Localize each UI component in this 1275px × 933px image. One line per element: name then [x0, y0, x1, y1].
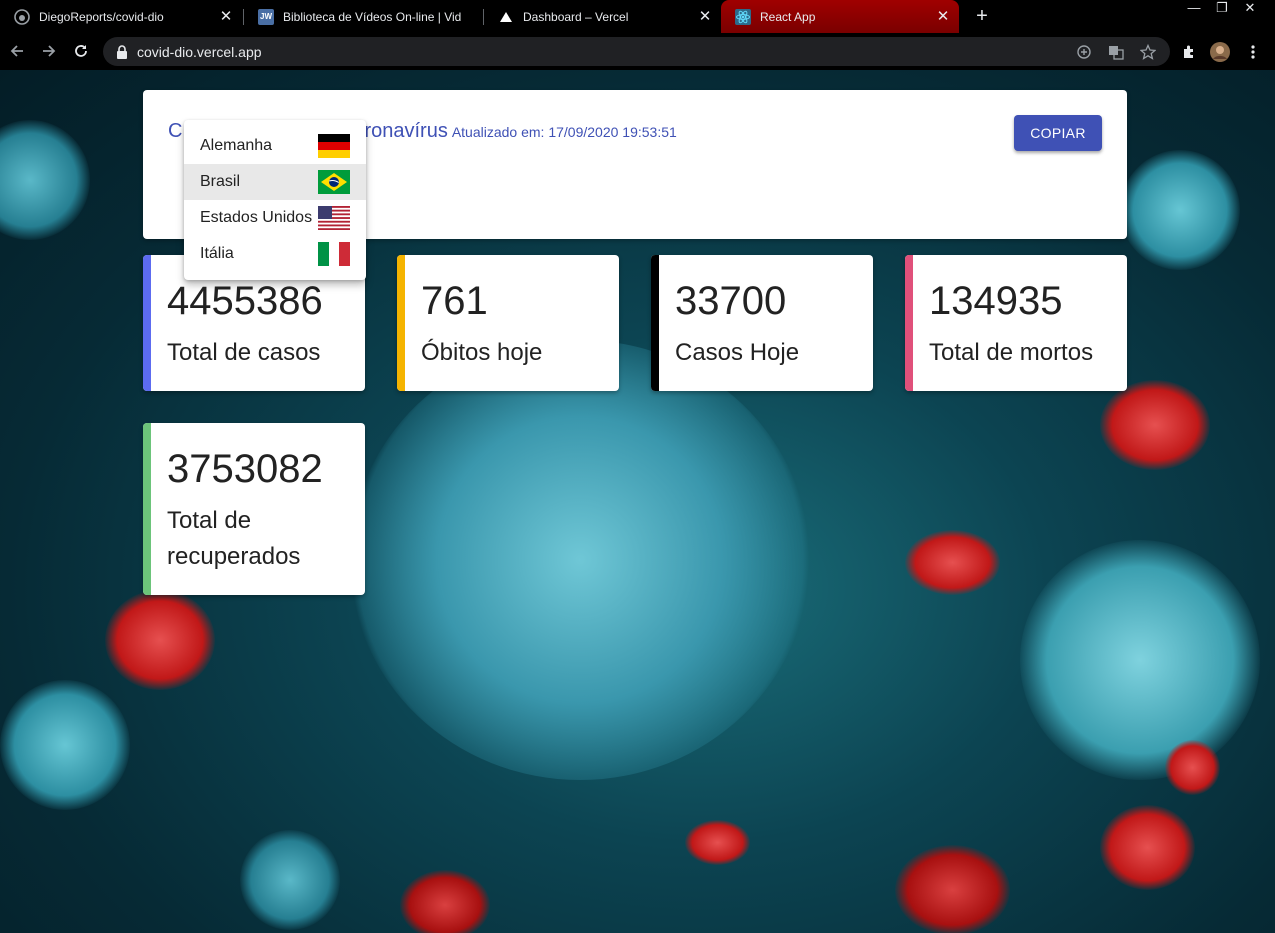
tab-react-app[interactable]: React App ✕ [721, 0, 959, 33]
tab-close-icon[interactable]: ✕ [218, 8, 234, 25]
stat-card-total-recovered: 3753082 Total de recuperados [143, 423, 365, 595]
tab-github[interactable]: DiegoReports/covid-dio ✕ [0, 0, 242, 33]
country-option-alemanha[interactable]: Alemanha [184, 128, 366, 164]
tab-biblioteca[interactable]: JW Biblioteca de Vídeos On-line | Vid [244, 0, 482, 33]
option-label: Brasil [200, 173, 241, 190]
kebab-menu-icon[interactable] [1242, 41, 1264, 63]
card-accent-bar [143, 423, 151, 595]
forward-icon[interactable] [37, 39, 61, 63]
usa-flag-icon [318, 206, 350, 230]
brazil-flag-icon [318, 170, 350, 194]
stat-value: 4455386 [167, 279, 323, 323]
page-viewport: Cronavírus Atualizado em: 17/09/2020 19:5… [0, 70, 1275, 933]
italy-flag-icon [318, 242, 350, 266]
tab-title: Biblioteca de Vídeos On-line | Vid [283, 9, 462, 24]
stat-card-deaths-today: 761 Óbitos hoje [397, 255, 619, 391]
stat-value: 761 [421, 279, 488, 323]
card-accent-bar [143, 255, 151, 391]
vercel-icon [498, 9, 514, 25]
country-option-estados-unidos[interactable]: Estados Unidos [184, 200, 366, 236]
reload-icon[interactable] [69, 39, 93, 63]
stat-label: Total de recuperados [167, 507, 301, 570]
react-icon [735, 8, 751, 25]
minimize-icon[interactable]: — [1180, 0, 1208, 18]
back-icon[interactable] [5, 39, 29, 63]
stat-value: 33700 [675, 279, 787, 323]
stat-label: Total de mortos [929, 339, 1094, 366]
stat-label: Óbitos hoje [421, 339, 543, 366]
profile-avatar[interactable] [1209, 41, 1231, 63]
bookmark-star-icon[interactable] [1139, 43, 1157, 61]
browser-toolbar: covid-dio.vercel.app [0, 34, 1275, 70]
add-icon[interactable] [1075, 43, 1093, 61]
github-icon [14, 8, 30, 25]
tab-strip: DiegoReports/covid-dio ✕ JW Biblioteca d… [0, 0, 1275, 34]
lock-icon[interactable] [113, 43, 131, 61]
country-option-brasil[interactable]: Brasil [184, 164, 366, 200]
card-accent-bar [651, 255, 659, 391]
card-accent-bar [397, 255, 405, 391]
jw-icon: JW [258, 8, 274, 25]
url-text: covid-dio.vercel.app [137, 44, 262, 60]
address-bar[interactable]: covid-dio.vercel.app [103, 37, 1170, 66]
germany-flag-icon [318, 134, 350, 158]
restore-icon[interactable]: ❐ [1208, 0, 1236, 18]
country-dropdown-menu: Alemanha Brasil Estados Unidos Itália [184, 120, 366, 280]
tab-title: React App [760, 9, 816, 24]
stat-label: Total de casos [167, 339, 321, 366]
extensions-icon[interactable] [1178, 41, 1200, 63]
tab-close-icon[interactable]: ✕ [697, 8, 713, 25]
stat-value: 134935 [929, 279, 1063, 323]
option-label: Estados Unidos [200, 209, 313, 226]
country-option-italia[interactable]: Itália [184, 236, 366, 272]
copy-button[interactable]: COPIAR [1014, 115, 1102, 151]
updated-timestamp: Atualizado em: 17/09/2020 19:53:51 [451, 124, 677, 140]
translate-icon[interactable] [1107, 43, 1125, 61]
tab-close-icon[interactable]: ✕ [935, 8, 951, 25]
tab-title: Dashboard – Vercel [523, 9, 629, 24]
card-accent-bar [905, 255, 913, 391]
new-tab-icon[interactable]: + [970, 5, 994, 29]
tab-title: DiegoReports/covid-dio [39, 9, 164, 24]
stat-value: 3753082 [167, 447, 323, 491]
stat-card-total-deaths: 134935 Total de mortos [905, 255, 1127, 391]
stat-label: Casos Hoje [675, 339, 800, 366]
window-close-icon[interactable]: ✕ [1236, 0, 1264, 18]
title-end: ronavírus [364, 120, 448, 142]
title-start: C [168, 120, 183, 142]
tab-vercel[interactable]: Dashboard – Vercel ✕ [484, 0, 721, 33]
stat-card-cases-today: 33700 Casos Hoje [651, 255, 873, 391]
option-label: Alemanha [200, 137, 273, 154]
option-label: Itália [200, 245, 234, 262]
